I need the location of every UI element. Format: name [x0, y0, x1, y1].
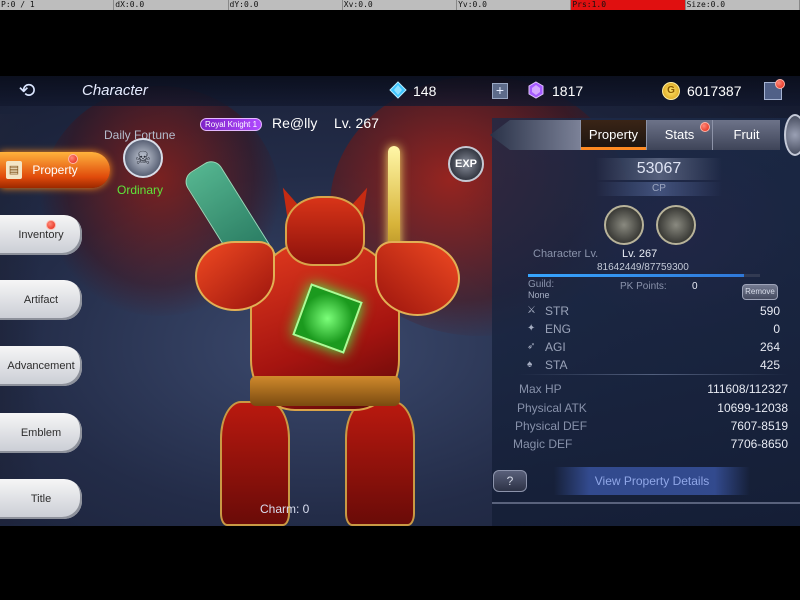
charm-value: Charm: 0	[260, 502, 310, 516]
sidebar-item-artifact[interactable]: Artifact	[0, 280, 82, 320]
pointer-yv: Yv:0.0	[457, 0, 572, 10]
exp-button[interactable]: EXP	[448, 146, 484, 182]
battle-stat-value: 10699-12038	[717, 401, 788, 415]
top-bar: ⟲ Character 148 + 1817 G 6017387	[0, 76, 800, 106]
property-notification-dot	[68, 154, 78, 164]
character-shoulder-left	[195, 241, 275, 311]
character-model[interactable]	[180, 146, 470, 526]
sidebar-item-inventory[interactable]: Inventory	[0, 215, 82, 255]
diamond-icon	[389, 81, 407, 99]
tab-fruit[interactable]: Fruit	[712, 120, 780, 150]
character-lv-value: Lv. 267	[622, 248, 658, 260]
sidebar-item-emblem[interactable]: Emblem	[0, 413, 82, 453]
attribute-name: ENG	[545, 322, 572, 336]
medal-icon[interactable]	[604, 205, 644, 245]
battle-stat-name: Physical DEF	[515, 419, 588, 433]
mail-notification-dot	[775, 79, 785, 89]
sidebar-item-label: Title	[30, 493, 52, 505]
remove-button[interactable]: Remove	[742, 284, 778, 300]
pointer-location-bar: P:0 / 1 dX:0.0 dY:0.0 Xv:0.0 Yv:0.0 Prs:…	[0, 0, 800, 10]
combat-power-value: 53067	[596, 158, 722, 180]
heart-icon: ♠	[527, 359, 533, 370]
character-lv-label: Character Lv.	[533, 248, 599, 260]
character-shoulder-right	[375, 241, 460, 316]
sidebar-item-advancement[interactable]: Advancement	[0, 346, 82, 386]
character-belt	[250, 376, 400, 406]
gold-coin-icon: G	[662, 82, 680, 100]
combat-power-label: CP	[596, 182, 722, 196]
crystal-count: 1817	[552, 83, 584, 99]
fortune-rank: Ordinary	[117, 183, 164, 197]
battle-stat-name: Max HP	[519, 382, 562, 396]
help-button[interactable]: ?	[493, 470, 527, 492]
pointer-size: Size:0.0	[686, 0, 800, 10]
battle-stat-name: Magic DEF	[513, 437, 573, 451]
exp-progress-fill	[528, 274, 744, 277]
attribute-value: 425	[759, 358, 780, 372]
pk-points-value: 0	[692, 281, 698, 292]
medal-icon[interactable]	[656, 205, 696, 245]
panel-divider	[518, 374, 788, 375]
game-viewport: ⟲ Character 148 + 1817 G 6017387 ▤ Prope…	[0, 76, 800, 526]
sidebar-item-label: Emblem	[20, 427, 62, 439]
tab-property[interactable]: Property	[580, 120, 646, 150]
sidebar-item-label: Inventory	[18, 229, 64, 241]
sidebar-item-property[interactable]: ▤ Property	[0, 152, 110, 188]
sidebar-item-label: Advancement	[7, 360, 75, 372]
pointer-dx: dX:0.0	[114, 0, 229, 10]
sidebar-item-label: Property	[32, 163, 78, 177]
battle-stat-value: 7607-8519	[730, 419, 788, 433]
boot-icon: ➶	[527, 341, 536, 352]
energy-icon: ✦	[527, 323, 536, 334]
tab-scroll-knob[interactable]	[784, 114, 800, 156]
battle-stat-value: 111608/112327	[707, 382, 788, 396]
pointer-count: P:0 / 1	[0, 0, 115, 10]
crystal-icon	[528, 81, 544, 99]
attribute-name: AGI	[545, 340, 566, 354]
add-currency-button[interactable]: +	[492, 83, 508, 99]
diamond-count: 148	[413, 83, 437, 99]
panel-bottom-border	[492, 502, 800, 504]
gold-count: 6017387	[687, 83, 742, 99]
guild-value: None	[528, 290, 550, 300]
page-title: Character	[82, 82, 148, 99]
stats-notification-dot	[700, 122, 710, 132]
guild-label: Guild:	[528, 279, 555, 290]
player-name: Re@lly	[272, 115, 318, 131]
character-head	[285, 196, 365, 266]
attribute-name: STR	[545, 304, 569, 318]
attribute-value: 590	[759, 304, 780, 318]
sidebar-item-label: Artifact	[23, 294, 59, 306]
pointer-pressure: Prs:1.0	[571, 0, 686, 10]
book-icon: ▤	[6, 161, 22, 179]
sword-icon: ⚔	[527, 305, 536, 316]
exp-progress-bar	[528, 274, 760, 277]
pointer-dy: dY:0.0	[229, 0, 343, 10]
pk-points-label: PK Points:	[620, 281, 667, 292]
royal-knight-badge: Royal Knight 1	[200, 118, 263, 131]
attribute-value: 264	[759, 340, 780, 354]
attribute-name: STA	[545, 358, 568, 372]
view-property-details-button[interactable]: View Property Details	[554, 467, 750, 495]
exp-progress-text: 81642449/87759300	[597, 262, 689, 273]
inventory-notification-dot	[46, 220, 56, 230]
back-button[interactable]: ⟲	[14, 80, 40, 102]
attribute-value: 0	[773, 322, 780, 336]
sidebar-item-title[interactable]: Title	[0, 479, 82, 519]
player-level: Lv. 267	[334, 115, 379, 131]
fortune-skull-icon[interactable]: ☠	[123, 138, 163, 178]
battle-stat-value: 7706-8650	[730, 437, 788, 451]
pointer-xv: Xv:0.0	[343, 0, 458, 10]
character-leg-right	[345, 401, 415, 526]
battle-stat-name: Physical ATK	[517, 401, 587, 415]
